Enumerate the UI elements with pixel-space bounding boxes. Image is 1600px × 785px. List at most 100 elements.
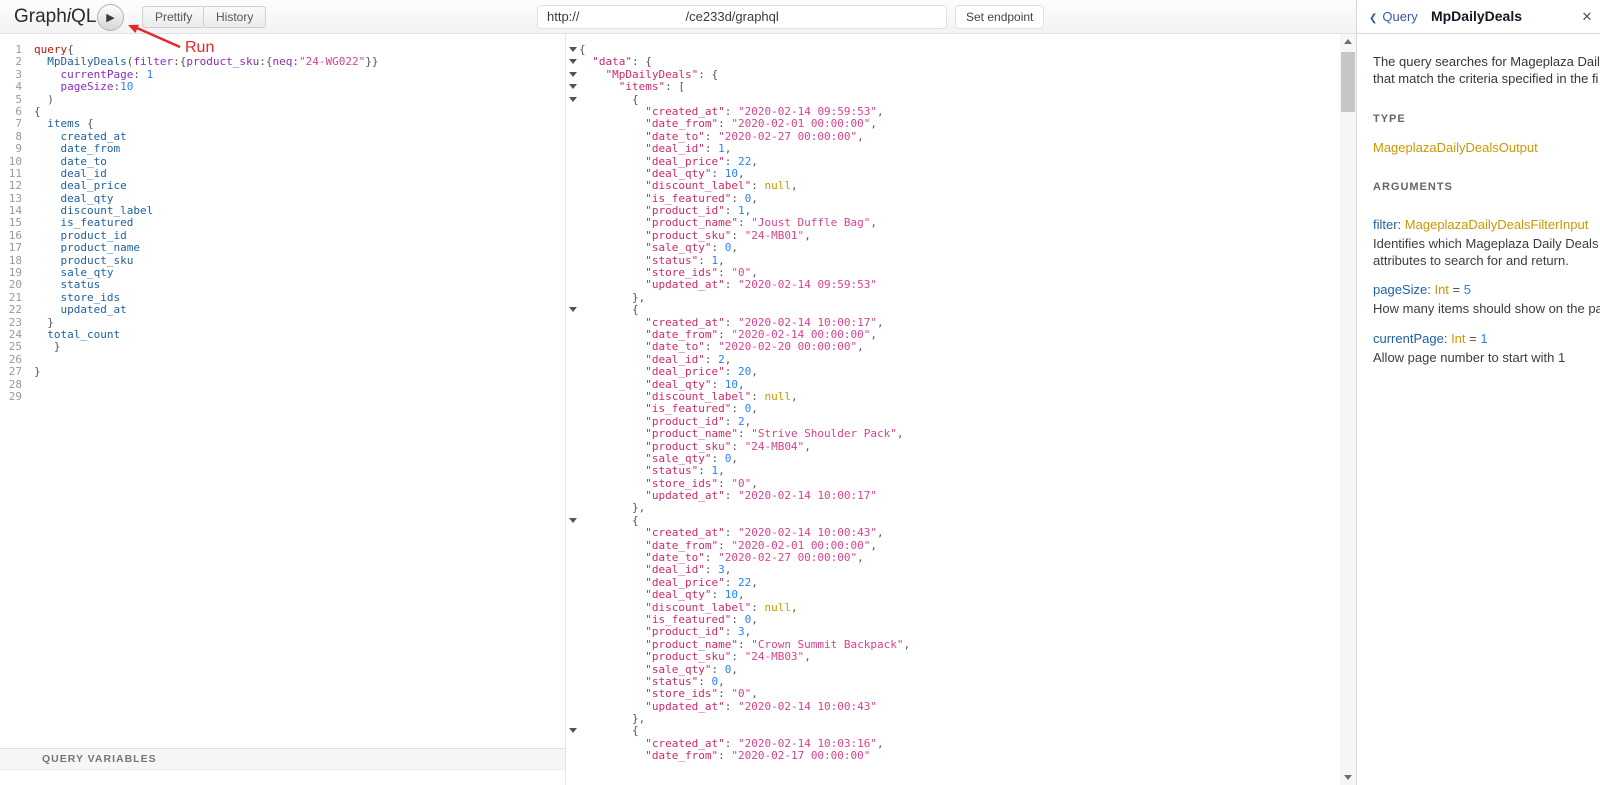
code-token: "updated_at" — [645, 278, 725, 292]
set-endpoint-button[interactable]: Set endpoint — [955, 5, 1045, 29]
code-token: }, — [631, 501, 646, 515]
code-token: , — [718, 464, 725, 478]
scrollbar-up-arrow-icon[interactable] — [1340, 34, 1356, 50]
code-token: "24-MB04" — [744, 439, 805, 453]
punctuation: : — [1443, 330, 1452, 346]
code-token: MpDailyDeals — [47, 55, 127, 69]
code-token: : — [698, 464, 712, 478]
endpoint-url-input[interactable]: http:// /ce233d/graphql — [537, 5, 947, 29]
code-token: { — [67, 43, 74, 56]
code-token: : — [698, 253, 712, 267]
query-variables-toggle[interactable]: QUERY VARIABLES — [0, 748, 565, 770]
code-token: : — [731, 402, 745, 416]
code-token: "store_ids" — [645, 476, 719, 490]
code-token: "product_sku" — [645, 228, 732, 242]
fold-toggle-icon[interactable] — [569, 307, 577, 313]
line-number: 2 — [15, 55, 22, 69]
fold-toggle-icon[interactable] — [569, 59, 577, 65]
line-number: 29 — [8, 389, 22, 403]
query-code-line: pageSize:10 — [34, 80, 563, 93]
code-token: 2 — [718, 352, 725, 366]
query-code-line: ) — [34, 93, 563, 106]
prettify-button[interactable]: Prettify — [142, 6, 206, 28]
line-number: 27 — [8, 365, 22, 379]
code-token: "Joust Duffle Bag" — [751, 216, 871, 230]
doc-argument-row: filter: MageplazaDailyDealsFilterInput — [1373, 217, 1600, 233]
code-token: "created_at" — [645, 526, 725, 540]
response-line: "updated_at": "2020-02-14 09:59:53" — [579, 279, 910, 291]
history-button[interactable]: History — [203, 6, 267, 28]
code-token: "sale_qty" — [645, 662, 712, 676]
code-token: "product_name" — [645, 216, 738, 230]
code-token: , — [751, 266, 758, 280]
code-token: null — [764, 389, 791, 403]
fold-toggle-icon[interactable] — [569, 71, 577, 77]
response-scrollbar[interactable] — [1340, 34, 1356, 785]
code-token: created_at — [60, 129, 127, 143]
code-token: , — [751, 476, 758, 490]
code-token: deal_price — [60, 179, 127, 193]
code-token: , — [870, 327, 878, 341]
code-token: { — [579, 43, 586, 56]
argument-type-link[interactable]: Int — [1434, 282, 1448, 297]
code-token: , — [804, 650, 811, 664]
doc-argument-row: currentPage: Int = 1 — [1373, 331, 1600, 347]
code-token: 3 — [718, 563, 725, 577]
code-token: : — [731, 650, 745, 664]
code-token: : — [724, 154, 738, 168]
code-token: "Strive Shoulder Pack" — [751, 427, 897, 441]
logo-text: QL — [71, 6, 97, 27]
code-token: : — [718, 749, 732, 763]
punctuation: = — [1448, 282, 1464, 297]
argument-type-link[interactable]: MageplazaDailyDealsFilterInput — [1405, 217, 1589, 232]
fold-toggle-icon[interactable] — [569, 84, 577, 90]
code-token: "deal_id" — [645, 352, 705, 366]
code-token: "date_from" — [645, 538, 719, 552]
argument-name: pageSize — [1373, 282, 1428, 297]
code-token: , — [877, 526, 884, 540]
line-number-gutter: 1 2 3 4 5 6 7 8 9 10 11 12 13 14 15 16 17 18 19 20 21 22 23 24 2… — [0, 43, 22, 403]
argument-description-line: Allow page number to start with 1 — [1373, 349, 1566, 365]
code-token: "2020-02-27 00:00:00" — [718, 129, 858, 143]
query-editor-pane[interactable]: 1 2 3 4 5 6 7 8 9 10 11 12 13 14 15 16 17 18 19 20 21 22 23 24 2… — [0, 34, 566, 785]
response-line: "date_to": "2020-02-20 00:00:00", — [579, 341, 910, 353]
code-token: 22 — [737, 575, 752, 589]
code-token: { — [645, 55, 652, 69]
code-token: : — [731, 228, 745, 242]
code-token: { — [631, 303, 639, 317]
scrollbar-thumb[interactable] — [1341, 52, 1355, 112]
run-button[interactable]: ▶ — [97, 4, 124, 31]
code-token: "product_name" — [645, 637, 738, 651]
fold-toggle-icon[interactable] — [569, 728, 577, 734]
code-token: : — [711, 662, 725, 676]
code-token: { — [34, 104, 41, 118]
type-link[interactable]: MageplazaDailyDealsOutput — [1373, 140, 1600, 155]
code-token: , — [751, 612, 758, 626]
code-token: product_sku — [186, 55, 260, 69]
fold-toggle-icon[interactable] — [569, 47, 577, 52]
fold-toggle-icon[interactable] — [569, 96, 577, 102]
code-token: "date_to" — [645, 551, 705, 565]
docs-description-line: The query searches for Mageplaza Daily — [1373, 54, 1600, 69]
docs-close-icon[interactable]: ✕ — [1577, 0, 1597, 33]
docs-type-section-label: TYPE — [1373, 113, 1406, 125]
query-code-area[interactable]: query{ MpDailyDeals(filter:{product_sku:… — [34, 43, 563, 403]
fold-toggle-icon[interactable] — [569, 517, 577, 523]
code-token: : — [698, 674, 712, 688]
code-token: "deal_price" — [645, 575, 725, 589]
code-token: "date_from" — [645, 117, 719, 131]
code-token: : — [724, 278, 738, 292]
code-token: "items" — [618, 80, 666, 94]
code-token: }, — [631, 712, 646, 726]
code-token: { — [631, 513, 639, 527]
scrollbar-down-arrow-icon[interactable] — [1340, 769, 1356, 785]
code-token: "status" — [645, 674, 699, 688]
argument-type-link[interactable]: Int — [1451, 331, 1465, 346]
code-token: , — [790, 179, 798, 193]
code-token: "deal_qty" — [645, 588, 712, 602]
